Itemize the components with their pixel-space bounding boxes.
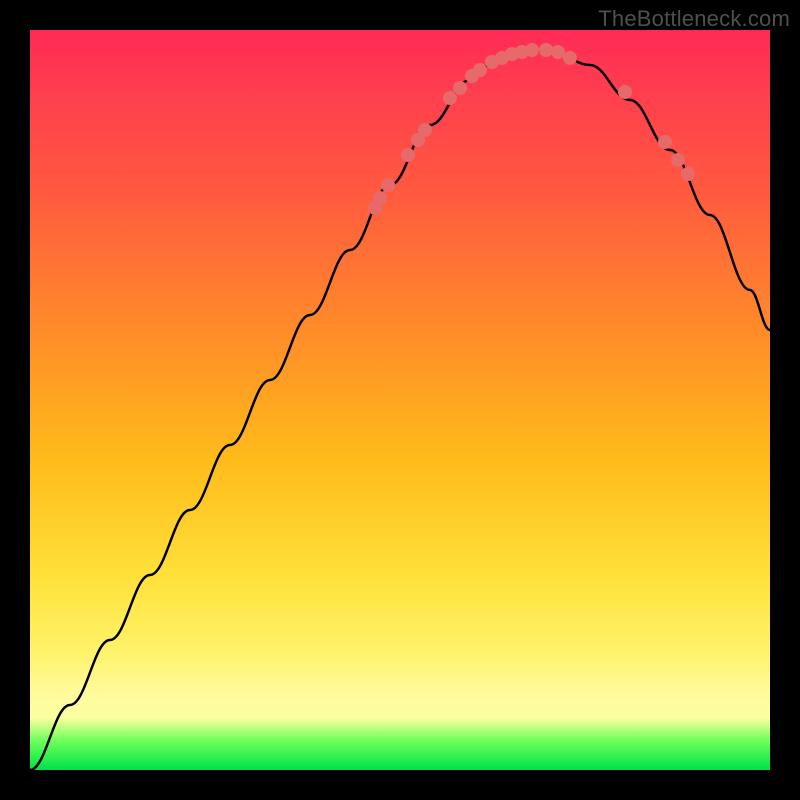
curve-marker (453, 81, 467, 95)
curve-marker (401, 148, 415, 162)
bottleneck-curve (30, 50, 770, 770)
curve-markers (368, 43, 695, 215)
curve-marker (525, 43, 539, 57)
curve-marker (505, 47, 519, 61)
curve-marker (495, 51, 509, 65)
curve-marker (465, 69, 479, 83)
watermark-text: TheBottleneck.com (598, 6, 790, 32)
plot-area (30, 30, 770, 770)
curve-marker (681, 167, 695, 181)
curve-marker (418, 123, 432, 137)
curve-marker (515, 45, 529, 59)
curve-marker (658, 135, 672, 149)
curve-marker (485, 55, 499, 69)
curve-marker (443, 91, 457, 105)
curve-marker (368, 201, 382, 215)
curve-svg (30, 30, 770, 770)
curve-marker (539, 43, 553, 57)
curve-marker (373, 191, 387, 205)
curve-marker (671, 153, 685, 167)
curve-marker (551, 45, 565, 59)
curve-marker (618, 85, 632, 99)
curve-marker (473, 63, 487, 77)
curve-marker (381, 178, 395, 192)
chart-frame: TheBottleneck.com (0, 0, 800, 800)
curve-marker (411, 133, 425, 147)
curve-marker (563, 51, 577, 65)
